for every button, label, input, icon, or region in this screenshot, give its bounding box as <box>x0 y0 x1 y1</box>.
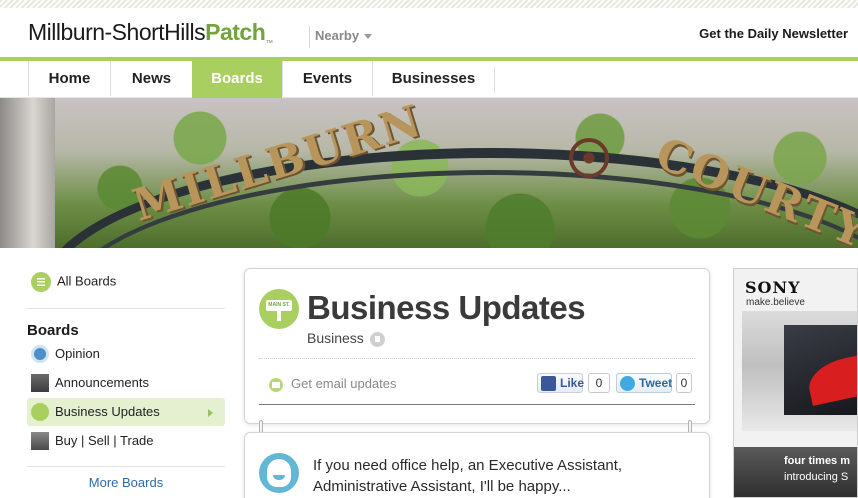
all-boards-label: All Boards <box>57 273 117 289</box>
post-excerpt[interactable]: If you need office help, an Executive As… <box>313 455 693 497</box>
facebook-icon <box>541 376 556 391</box>
wheel-emblem <box>569 138 609 178</box>
sidebar-item-buy-sell-trade[interactable]: Buy | Sell | Trade <box>27 427 225 455</box>
email-icon <box>269 377 283 392</box>
site-name: Millburn-ShortHills <box>28 19 206 45</box>
opinion-icon <box>31 345 49 363</box>
sign-text: MAIN ST. <box>266 300 292 311</box>
email-updates-label: Get email updates <box>291 376 397 391</box>
twitter-bird-icon <box>620 376 635 391</box>
sidebar-item-label: Buy | Sell | Trade <box>55 433 154 448</box>
ad-photo <box>742 311 857 431</box>
sony-tagline: make.believe <box>746 297 805 308</box>
main-nav: Home News Boards Events Businesses <box>0 61 858 105</box>
ad-headline: four times m <box>784 455 851 467</box>
sony-advertisement[interactable]: SONY make.believe four times m introduci… <box>733 268 858 498</box>
nav-tab-events[interactable]: Events <box>282 61 372 96</box>
nav-end-divider <box>494 67 495 93</box>
email-updates-link[interactable]: Get email updates <box>269 376 397 392</box>
nav-tab-businesses[interactable]: Businesses <box>372 61 494 96</box>
boards-heading: Boards <box>27 322 79 339</box>
all-boards-link[interactable]: All Boards <box>31 272 116 292</box>
nav-tab-news[interactable]: News <box>110 61 192 96</box>
sidebar-item-opinion[interactable]: Opinion <box>27 340 225 368</box>
main-street-sign-icon: MAIN ST. <box>259 289 299 329</box>
sidebar-item-label: Business Updates <box>55 404 160 419</box>
card-bottom-rule <box>259 404 695 405</box>
board-title: Business Updates <box>307 289 586 326</box>
sidebar-item-label: Opinion <box>55 346 100 361</box>
business-updates-icon <box>31 403 49 421</box>
sidebar-item-announcements[interactable]: Announcements <box>27 369 225 397</box>
category-label[interactable]: Business <box>307 330 364 346</box>
flag-icon[interactable] <box>369 331 385 347</box>
header-divider <box>309 26 310 48</box>
boards-sidebar: All Boards Boards Opinion Announcements … <box>17 248 235 498</box>
list-icon <box>31 272 51 292</box>
sidebar-divider <box>27 308 225 309</box>
sidebar-item-label: Announcements <box>55 375 149 390</box>
chevron-down-icon <box>364 34 373 40</box>
buy-sell-trade-thumb <box>31 432 49 450</box>
site-logo[interactable]: Millburn-ShortHillsPatch™ <box>28 19 273 48</box>
card-divider <box>259 358 695 359</box>
like-count: 0 <box>588 373 610 393</box>
more-boards-link[interactable]: More Boards <box>27 466 225 490</box>
facebook-like-button[interactable]: Like <box>537 373 585 393</box>
announcements-thumb <box>31 374 49 392</box>
tweet-button[interactable]: Tweet <box>616 373 672 393</box>
nav-tab-home[interactable]: Home <box>28 61 110 96</box>
board-category: Business <box>307 330 385 347</box>
nearby-dropdown[interactable]: Nearby <box>315 28 373 43</box>
newsletter-link[interactable]: Get the Daily Newsletter <box>699 26 848 41</box>
patch-brand: Patch <box>205 19 266 45</box>
chevron-right-icon <box>208 409 213 417</box>
ad-subline: introducing S <box>784 471 849 483</box>
hero-banner: MILLBURN COURTY <box>0 98 858 248</box>
tm-mark: ™ <box>265 38 273 48</box>
post-card[interactable]: If you need office help, an Executive As… <box>244 432 710 498</box>
hero-wall <box>0 98 55 248</box>
nearby-label: Nearby <box>315 28 360 43</box>
like-label: Like <box>560 376 585 390</box>
tweet-count: 0 <box>676 373 692 393</box>
board-header-card: MAIN ST. Business Updates Business Get e… <box>244 268 710 424</box>
top-stripe <box>0 0 858 8</box>
sony-logo: SONY <box>745 278 801 297</box>
sidebar-item-business-updates[interactable]: Business Updates <box>27 398 225 426</box>
site-header: Millburn-ShortHillsPatch™ Nearby Get the… <box>0 8 858 58</box>
tweet-label: Tweet <box>639 376 673 390</box>
avatar[interactable] <box>259 453 299 493</box>
